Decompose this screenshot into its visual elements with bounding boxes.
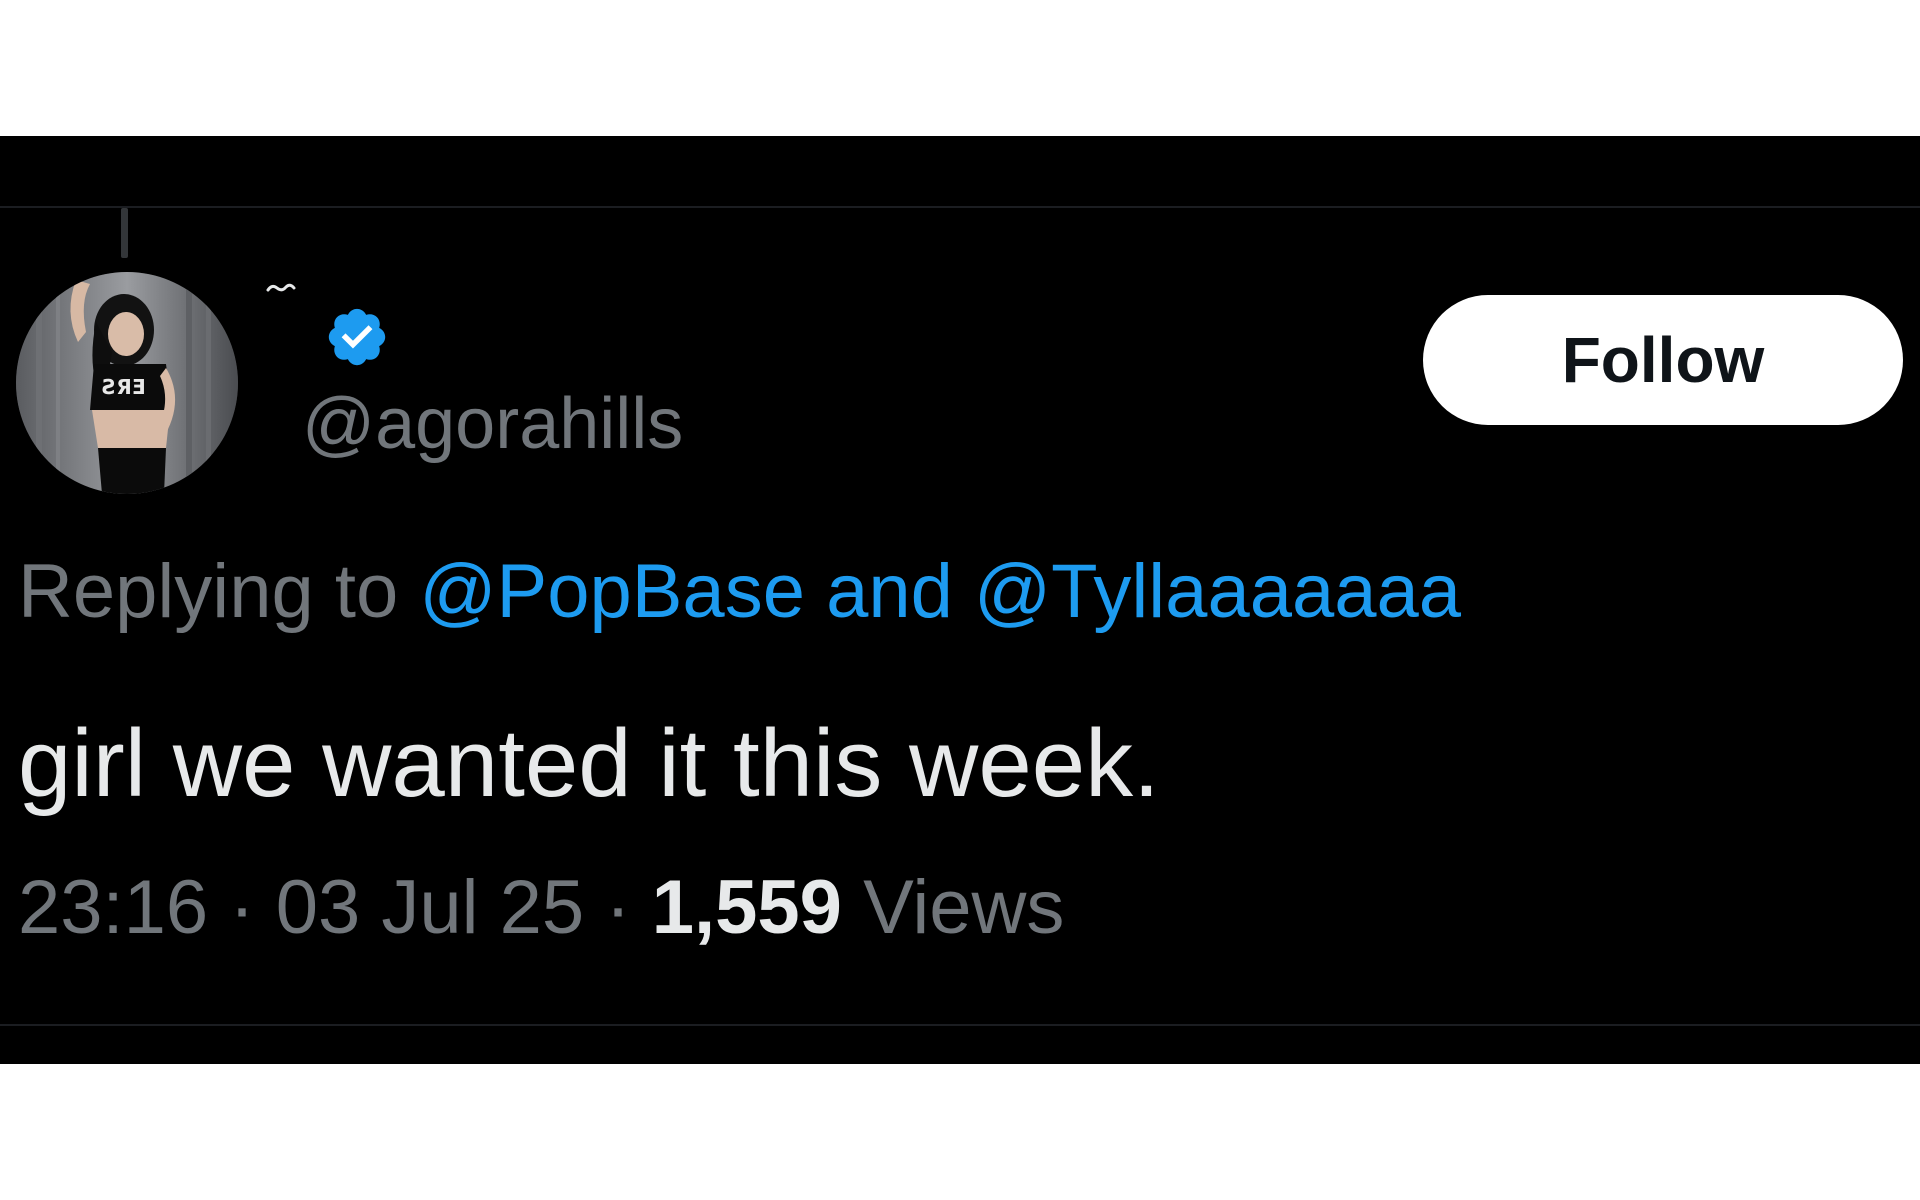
avatar-photo: ƧЯƎ	[16, 272, 238, 494]
user-handle[interactable]: @agorahills	[302, 388, 683, 460]
tweet-card: ƧЯƎ @agorahills Follow Replying to @PopB…	[0, 136, 1920, 1064]
replying-to-conjunction: and	[826, 549, 953, 634]
verified-badge-icon	[328, 308, 386, 366]
bottom-divider	[0, 1024, 1920, 1026]
mention-popbase[interactable]: @PopBase	[419, 549, 805, 634]
tweet-meta: 23:16 · 03 Jul 25 · 1,559 Views	[18, 870, 1064, 946]
follow-button[interactable]: Follow	[1423, 295, 1903, 425]
page: ƧЯƎ @agorahills Follow Replying to @PopB…	[0, 0, 1920, 1200]
views-count: 1,559	[651, 865, 842, 950]
meta-separator: ·	[605, 865, 631, 950]
thread-connector-line	[121, 208, 128, 258]
meta-separator: ·	[229, 865, 255, 950]
tweet-date[interactable]: 03 Jul 25	[276, 865, 584, 950]
top-divider	[0, 206, 1920, 208]
svg-text:ƧЯƎ: ƧЯƎ	[102, 375, 145, 399]
tweet-time[interactable]: 23:16	[18, 865, 208, 950]
display-name[interactable]	[266, 282, 296, 294]
avatar[interactable]: ƧЯƎ	[16, 272, 238, 494]
tweet-text: girl we wanted it this week.	[18, 710, 1160, 817]
replying-to-line: Replying to @PopBase and @Tyllaaaaaaa	[18, 554, 1461, 630]
views-label: Views	[863, 865, 1065, 950]
replying-to-label: Replying to	[18, 549, 399, 634]
mention-tyllaaaaaaa[interactable]: @Tyllaaaaaaa	[974, 549, 1461, 634]
